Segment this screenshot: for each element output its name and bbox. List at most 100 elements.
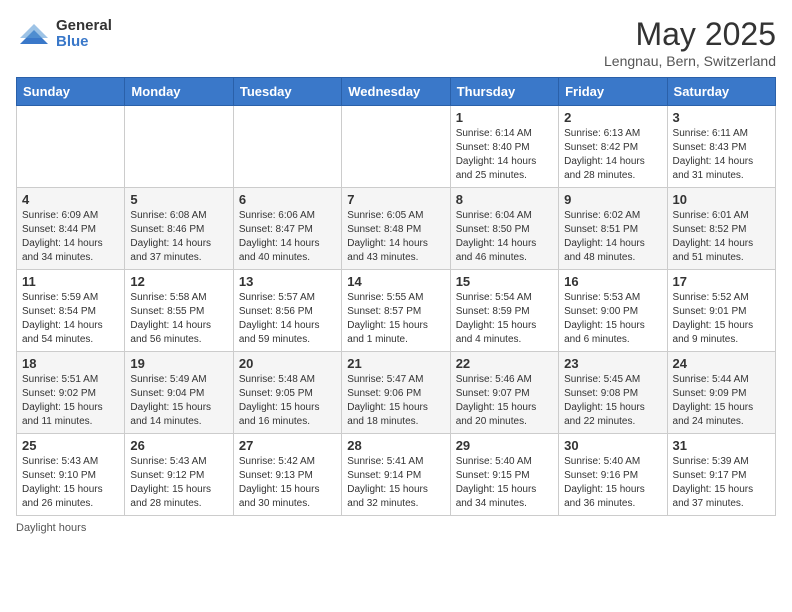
day-number: 31 — [673, 438, 770, 453]
day-number: 17 — [673, 274, 770, 289]
day-info: Sunrise: 5:54 AM Sunset: 8:59 PM Dayligh… — [456, 291, 553, 347]
day-number: 14 — [347, 274, 444, 289]
day-number: 13 — [239, 274, 336, 289]
day-number: 20 — [239, 356, 336, 371]
calendar-cell: 18 Sunrise: 5:51 AM Sunset: 9:02 PM Dayli… — [17, 352, 125, 434]
location-title: Lengnau, Bern, Switzerland — [604, 53, 776, 69]
day-number: 29 — [456, 438, 553, 453]
day-info: Sunrise: 5:43 AM Sunset: 9:10 PM Dayligh… — [22, 455, 119, 511]
title-area: May 2025 Lengnau, Bern, Switzerland — [604, 16, 776, 69]
day-number: 3 — [673, 110, 770, 125]
day-number: 21 — [347, 356, 444, 371]
day-info: Sunrise: 5:52 AM Sunset: 9:01 PM Dayligh… — [673, 291, 770, 347]
calendar-week-5: 25 Sunrise: 5:43 AM Sunset: 9:10 PM Dayli… — [17, 434, 776, 516]
calendar-header-saturday: Saturday — [667, 78, 775, 106]
logo-svg — [16, 16, 52, 52]
calendar-header-monday: Monday — [125, 78, 233, 106]
calendar-cell: 24 Sunrise: 5:44 AM Sunset: 9:09 PM Dayli… — [667, 352, 775, 434]
calendar-cell: 2Sunrise: 6:13 AM Sunset: 8:42 PM Daylig… — [559, 106, 667, 188]
calendar-cell: 19 Sunrise: 5:49 AM Sunset: 9:04 PM Dayli… — [125, 352, 233, 434]
header: General Blue May 2025 Lengnau, Bern, Swi… — [16, 16, 776, 69]
day-info: Sunrise: 5:42 AM Sunset: 9:13 PM Dayligh… — [239, 455, 336, 511]
day-info: Sunrise: 5:53 AM Sunset: 9:00 PM Dayligh… — [564, 291, 661, 347]
calendar-cell: 4 Sunrise: 6:09 AM Sunset: 8:44 PM Daylig… — [17, 188, 125, 270]
calendar-cell: 31Sunrise: 5:39 AM Sunset: 9:17 PM Dayli… — [667, 434, 775, 516]
calendar-cell: 3Sunrise: 6:11 AM Sunset: 8:43 PM Daylig… — [667, 106, 775, 188]
day-info: Sunrise: 5:40 AM Sunset: 9:15 PM Dayligh… — [456, 455, 553, 511]
calendar-cell: 13Sunrise: 5:57 AM Sunset: 8:56 PM Dayli… — [233, 270, 341, 352]
calendar-cell — [342, 106, 450, 188]
logo: General Blue — [16, 16, 112, 52]
day-info: Sunrise: 6:14 AM Sunset: 8:40 PM Dayligh… — [456, 127, 553, 183]
calendar-cell: 17 Sunrise: 5:52 AM Sunset: 9:01 PM Dayli… — [667, 270, 775, 352]
calendar-cell: 10 Sunrise: 6:01 AM Sunset: 8:52 PM Dayli… — [667, 188, 775, 270]
calendar-cell: 6 Sunrise: 6:06 AM Sunset: 8:47 PM Daylig… — [233, 188, 341, 270]
day-info: Sunrise: 6:04 AM Sunset: 8:50 PM Dayligh… — [456, 209, 553, 265]
day-info: Sunrise: 5:40 AM Sunset: 9:16 PM Dayligh… — [564, 455, 661, 511]
month-title: May 2025 — [604, 16, 776, 53]
day-info: Sunrise: 5:55 AM Sunset: 8:57 PM Dayligh… — [347, 291, 444, 347]
calendar-cell: 12 Sunrise: 5:58 AM Sunset: 8:55 PM Dayli… — [125, 270, 233, 352]
day-info: Sunrise: 5:48 AM Sunset: 9:05 PM Dayligh… — [239, 373, 336, 429]
calendar-header-thursday: Thursday — [450, 78, 558, 106]
calendar-cell: 7 Sunrise: 6:05 AM Sunset: 8:48 PM Daylig… — [342, 188, 450, 270]
calendar-cell: 15Sunrise: 5:54 AM Sunset: 8:59 PM Dayli… — [450, 270, 558, 352]
day-info: Sunrise: 5:41 AM Sunset: 9:14 PM Dayligh… — [347, 455, 444, 511]
day-number: 7 — [347, 192, 444, 207]
calendar-week-1: 1 Sunrise: 6:14 AM Sunset: 8:40 PM Daylig… — [17, 106, 776, 188]
calendar-header-friday: Friday — [559, 78, 667, 106]
calendar-cell: 21Sunrise: 5:47 AM Sunset: 9:06 PM Dayli… — [342, 352, 450, 434]
day-number: 10 — [673, 192, 770, 207]
day-number: 9 — [564, 192, 661, 207]
calendar-cell: 26 Sunrise: 5:43 AM Sunset: 9:12 PM Dayli… — [125, 434, 233, 516]
day-number: 12 — [130, 274, 227, 289]
calendar-cell: 20 Sunrise: 5:48 AM Sunset: 9:05 PM Dayli… — [233, 352, 341, 434]
day-info: Sunrise: 5:49 AM Sunset: 9:04 PM Dayligh… — [130, 373, 227, 429]
day-number: 18 — [22, 356, 119, 371]
calendar-cell — [233, 106, 341, 188]
day-number: 16 — [564, 274, 661, 289]
day-number: 2 — [564, 110, 661, 125]
calendar-cell: 30 Sunrise: 5:40 AM Sunset: 9:16 PM Dayli… — [559, 434, 667, 516]
day-number: 23 — [564, 356, 661, 371]
calendar-cell — [17, 106, 125, 188]
day-number: 19 — [130, 356, 227, 371]
calendar: SundayMondayTuesdayWednesdayThursdayFrid… — [16, 77, 776, 516]
calendar-cell: 25 Sunrise: 5:43 AM Sunset: 9:10 PM Dayli… — [17, 434, 125, 516]
day-number: 25 — [22, 438, 119, 453]
day-number: 6 — [239, 192, 336, 207]
calendar-header-tuesday: Tuesday — [233, 78, 341, 106]
day-number: 30 — [564, 438, 661, 453]
day-info: Sunrise: 6:02 AM Sunset: 8:51 PM Dayligh… — [564, 209, 661, 265]
day-number: 22 — [456, 356, 553, 371]
day-info: Sunrise: 5:51 AM Sunset: 9:02 PM Dayligh… — [22, 373, 119, 429]
calendar-cell: 27 Sunrise: 5:42 AM Sunset: 9:13 PM Dayli… — [233, 434, 341, 516]
day-info: Sunrise: 6:06 AM Sunset: 8:47 PM Dayligh… — [239, 209, 336, 265]
calendar-week-2: 4 Sunrise: 6:09 AM Sunset: 8:44 PM Daylig… — [17, 188, 776, 270]
calendar-cell: 22 Sunrise: 5:46 AM Sunset: 9:07 PM Dayli… — [450, 352, 558, 434]
day-number: 27 — [239, 438, 336, 453]
day-number: 24 — [673, 356, 770, 371]
day-info: Sunrise: 6:08 AM Sunset: 8:46 PM Dayligh… — [130, 209, 227, 265]
calendar-cell: 23Sunrise: 5:45 AM Sunset: 9:08 PM Dayli… — [559, 352, 667, 434]
day-number: 1 — [456, 110, 553, 125]
calendar-week-3: 11Sunrise: 5:59 AM Sunset: 8:54 PM Dayli… — [17, 270, 776, 352]
calendar-cell: 29 Sunrise: 5:40 AM Sunset: 9:15 PM Dayli… — [450, 434, 558, 516]
calendar-cell: 14 Sunrise: 5:55 AM Sunset: 8:57 PM Dayli… — [342, 270, 450, 352]
day-info: Sunrise: 6:09 AM Sunset: 8:44 PM Dayligh… — [22, 209, 119, 265]
day-info: Sunrise: 6:01 AM Sunset: 8:52 PM Dayligh… — [673, 209, 770, 265]
calendar-cell: 16 Sunrise: 5:53 AM Sunset: 9:00 PM Dayli… — [559, 270, 667, 352]
day-info: Sunrise: 6:05 AM Sunset: 8:48 PM Dayligh… — [347, 209, 444, 265]
day-info: Sunrise: 5:43 AM Sunset: 9:12 PM Dayligh… — [130, 455, 227, 511]
day-number: 8 — [456, 192, 553, 207]
day-number: 26 — [130, 438, 227, 453]
calendar-header-sunday: Sunday — [17, 78, 125, 106]
day-info: Sunrise: 5:44 AM Sunset: 9:09 PM Dayligh… — [673, 373, 770, 429]
day-info: Sunrise: 5:46 AM Sunset: 9:07 PM Dayligh… — [456, 373, 553, 429]
day-info: Sunrise: 5:59 AM Sunset: 8:54 PM Dayligh… — [22, 291, 119, 347]
footer-note: Daylight hours — [16, 522, 776, 534]
day-info: Sunrise: 5:58 AM Sunset: 8:55 PM Dayligh… — [130, 291, 227, 347]
day-number: 4 — [22, 192, 119, 207]
logo-general: General — [56, 18, 112, 35]
day-number: 5 — [130, 192, 227, 207]
